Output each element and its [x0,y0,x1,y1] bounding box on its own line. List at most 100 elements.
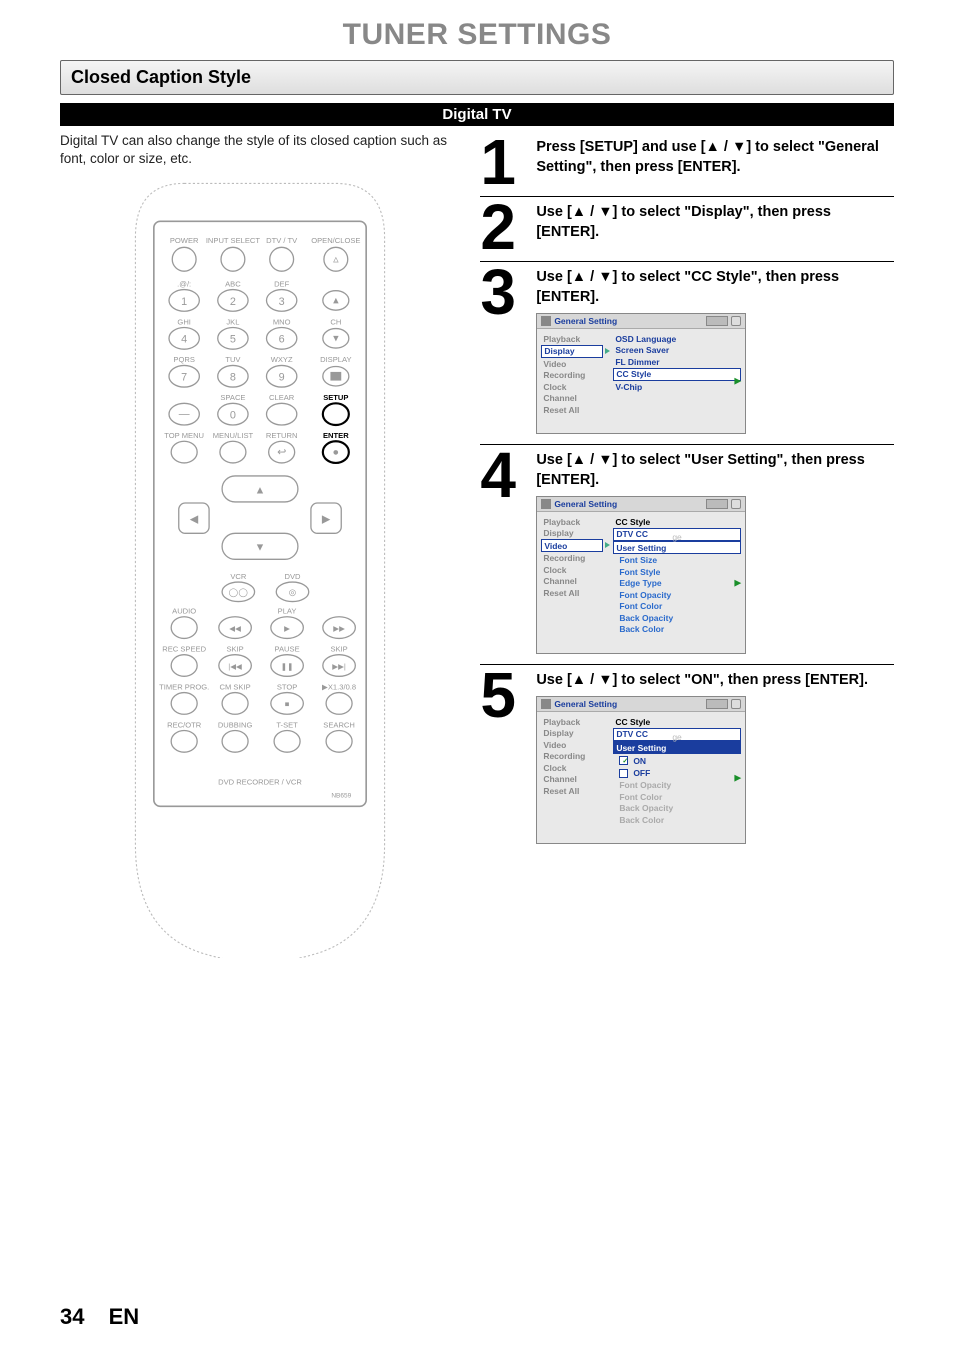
svg-text:❚❚: ❚❚ [281,662,294,671]
step-number: 4 [480,451,528,654]
arrow-right-icon: ▶ [734,376,741,387]
svg-text:CLEAR: CLEAR [269,394,295,403]
svg-text:.@/:: .@/: [177,280,191,289]
disc-icon [706,699,728,709]
page-number: 34 [60,1304,84,1329]
svg-text:DVD RECORDER / VCR: DVD RECORDER / VCR [218,778,302,787]
osd-step3: General Setting Playback Display Video R… [536,313,746,434]
svg-text:7: 7 [181,372,187,384]
svg-text:TIMER PROG.: TIMER PROG. [159,683,209,692]
svg-text:JKL: JKL [227,318,240,327]
svg-text:DUBBING: DUBBING [218,721,253,730]
osd-step4: General Setting Playback Display Video R… [536,496,746,654]
svg-text:PAUSE: PAUSE [275,645,300,654]
osd-left-menu: Playback Display Video Recording Clock C… [541,333,603,415]
svg-text:PQRS: PQRS [174,356,195,365]
svg-text:INPUT SELECT: INPUT SELECT [206,236,261,245]
osd-right-menu: OSD Language Screen Saver FL Dimmer CC S… [607,333,741,415]
svg-text:▵: ▵ [333,254,339,266]
ghost-text: ge [672,532,681,542]
osd-step5: General Setting Playback Display Video R… [536,696,746,844]
svg-text:SETUP: SETUP [323,394,348,403]
page-lang: EN [109,1304,140,1329]
svg-text:◎: ◎ [289,588,297,598]
step-text: Use [▲ / ▼] to select "User Setting", th… [536,451,894,490]
svg-text:6: 6 [279,334,285,346]
step-5: 5 Use [▲ / ▼] to select "ON", then press… [480,665,894,855]
svg-text:SKIP: SKIP [331,645,348,654]
wrench-icon [541,316,551,326]
svg-text:DEF: DEF [274,280,290,289]
svg-text:|◀◀: |◀◀ [228,662,243,671]
svg-text:▴: ▴ [333,295,339,307]
svg-text:PLAY: PLAY [278,607,297,616]
svg-text:1: 1 [181,296,187,308]
svg-text:STOP: STOP [277,683,298,692]
wrench-icon [541,499,551,509]
plus-icon [731,499,741,509]
step-text: Press [SETUP] and use [▲ / ▼] to select … [536,138,894,177]
svg-text:TUV: TUV [225,356,241,365]
intro-text: Digital TV can also change the style of … [60,132,460,178]
svg-text:REC/OTR: REC/OTR [167,721,202,730]
osd-left-menu: Playback Display Video Recording Clock C… [541,516,603,635]
svg-text:▼: ▼ [255,542,266,554]
svg-text:SEARCH: SEARCH [323,721,355,730]
wrench-icon [541,699,551,709]
disc-icon [706,499,728,509]
step-number: 3 [480,268,528,434]
svg-text:▾: ▾ [333,333,339,345]
svg-text:MENU/LIST: MENU/LIST [213,431,254,440]
svg-text:—: — [179,409,190,421]
svg-text:VCR: VCR [230,572,247,581]
svg-text:◯◯: ◯◯ [229,588,249,599]
svg-text:5: 5 [230,334,236,346]
svg-text:2: 2 [230,296,236,308]
svg-text:◀◀: ◀◀ [229,624,242,633]
svg-text:AUDIO: AUDIO [172,607,196,616]
step-number: 2 [480,203,528,251]
svg-text:DVD: DVD [285,572,302,581]
svg-text:WXYZ: WXYZ [271,356,293,365]
subheader-bar: Digital TV [60,103,894,126]
step-4: 4 Use [▲ / ▼] to select "User Setting", … [480,445,894,665]
svg-text:3: 3 [279,296,285,308]
step-number: 1 [480,138,528,186]
page-footer: 34 EN [60,1304,139,1330]
plus-icon [731,316,741,326]
disc-icon [706,316,728,326]
page-title: TUNER SETTINGS [60,18,894,52]
svg-text:▶X1.3/0.8: ▶X1.3/0.8 [322,683,356,692]
arrow-right-icon: ▶ [734,772,741,783]
osd-title: General Setting [554,316,703,326]
osd-title: General Setting [554,699,703,709]
svg-text:◀: ◀ [190,514,199,526]
step-text: Use [▲ / ▼] to select "CC Style", then p… [536,268,894,307]
svg-text:T-SET: T-SET [276,721,298,730]
svg-text:●: ● [333,447,340,459]
svg-text:DISPLAY: DISPLAY [320,356,351,365]
arrow-right-icon: ▶ [734,577,741,588]
svg-text:8: 8 [230,372,236,384]
svg-text:POWER: POWER [170,236,199,245]
svg-text:DTV / TV: DTV / TV [266,236,298,245]
svg-text:OPEN/CLOSE: OPEN/CLOSE [311,236,360,245]
step-text: Use [▲ / ▼] to select "Display", then pr… [536,203,894,242]
step-1: 1 Press [SETUP] and use [▲ / ▼] to selec… [480,132,894,197]
svg-text:▶▶: ▶▶ [333,624,346,633]
step-2: 2 Use [▲ / ▼] to select "Display", then … [480,197,894,262]
svg-text:NB659: NB659 [331,793,351,800]
svg-text:ENTER: ENTER [323,431,349,440]
svg-text:CH: CH [331,318,342,327]
svg-text:RETURN: RETURN [266,431,298,440]
svg-text:GHI: GHI [178,318,191,327]
svg-text:0: 0 [230,410,236,422]
osd-left-menu: Playback Display Video Recording Clock C… [541,716,603,825]
svg-text:4: 4 [181,334,187,346]
svg-text:SPACE: SPACE [221,394,246,403]
step-3: 3 Use [▲ / ▼] to select "CC Style", then… [480,262,894,445]
ghost-text: ge [672,732,681,742]
svg-text:SKIP: SKIP [227,645,244,654]
remote-illustration: .btn{fill:#fff;stroke:#999;stroke-width:… [60,178,460,958]
svg-text:ABC: ABC [225,280,241,289]
